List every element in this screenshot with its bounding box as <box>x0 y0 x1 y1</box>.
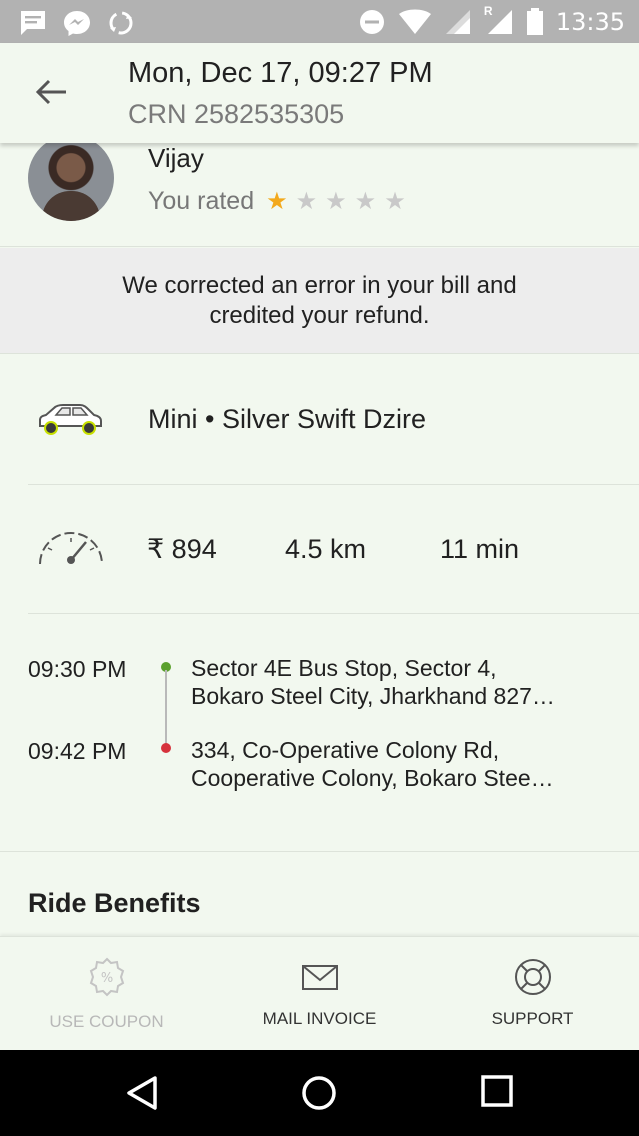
drop-address: 334, Co-Operative Colony Rd, Cooperative… <box>191 736 611 792</box>
wifi-icon <box>398 9 431 34</box>
trip-distance: 4.5 km <box>285 534 367 564</box>
lifebuoy-icon <box>514 959 551 995</box>
crn-number: CRN 2582535305 <box>128 99 345 129</box>
car-description: Mini • Silver Swift Dzire <box>148 404 426 434</box>
driver-rating: You rated ★ ★ ★ ★ ★ <box>148 187 406 216</box>
star-filled-icon: ★ <box>266 188 288 215</box>
roaming-signal-icon <box>487 10 512 34</box>
back-triangle-icon[interactable] <box>124 1074 160 1112</box>
back-arrow-icon[interactable] <box>34 77 68 107</box>
use-coupon-label: USE COUPON <box>49 1012 164 1031</box>
message-icon <box>21 11 45 35</box>
ride-benefits-title: Ride Benefits <box>28 888 201 918</box>
pickup-address-line1: Sector 4E Bus Stop, Sector 4, <box>191 655 497 681</box>
driver-section: Vijay You rated ★ ★ ★ ★ ★ <box>0 135 639 247</box>
route-section: 09:30 PM Sector 4E Bus Stop, Sector 4, B… <box>0 614 639 850</box>
status-bar: R 13:35 <box>0 0 639 43</box>
car-icon <box>39 404 102 435</box>
coupon-icon: % <box>89 957 124 997</box>
messenger-icon <box>64 11 90 36</box>
fare-amount: ₹ 894 <box>147 534 217 564</box>
notice-text: We corrected an error in your bill and c… <box>122 271 517 329</box>
star-empty-icon: ★ <box>295 188 318 215</box>
ride-datetime: Mon, Dec 17, 09:27 PM <box>128 57 433 89</box>
mail-icon <box>301 965 338 990</box>
support-label: SUPPORT <box>491 1009 574 1028</box>
mail-invoice-button[interactable]: MAIL INVOICE <box>213 937 426 1051</box>
drop-dot <box>161 743 171 753</box>
star-empty-icon: ★ <box>325 188 347 215</box>
star-empty-icon: ★ <box>354 188 377 215</box>
signal-icon <box>445 10 470 34</box>
ride-benefits-section: Ride Benefits <box>0 851 639 937</box>
driver-name: Vijay <box>148 143 204 173</box>
car-row: Mini • Silver Swift Dzire <box>0 354 639 484</box>
star-empty-icon: ★ <box>384 188 406 215</box>
sync-icon <box>109 11 133 35</box>
home-circle-icon[interactable] <box>300 1074 338 1112</box>
pickup-address: Sector 4E Bus Stop, Sector 4, Bokaro Ste… <box>191 654 611 710</box>
route-line <box>165 670 167 748</box>
drop-address-line2: Cooperative Colony, Bokaro Stee… <box>191 765 554 791</box>
svg-text:%: % <box>100 971 112 986</box>
bottom-action-bar: % USE COUPON MAIL INVOICE SUPPORT <box>0 936 639 1050</box>
drop-time: 09:42 PM <box>28 738 127 764</box>
support-button[interactable]: SUPPORT <box>426 937 639 1051</box>
use-coupon-button[interactable]: % USE COUPON <box>0 937 213 1051</box>
speedometer-icon <box>39 532 103 565</box>
fare-stats-row: ₹ 894 4.5 km 11 min <box>0 484 639 614</box>
pickup-address-line2: Bokaro Steel City, Jharkhand 827… <box>191 683 555 709</box>
trip-duration: 11 min <box>440 534 520 564</box>
drop-address-line1: 334, Co-Operative Colony Rd, <box>191 737 500 763</box>
driver-avatar <box>28 135 114 221</box>
pickup-time: 09:30 PM <box>28 656 127 682</box>
app-header: Mon, Dec 17, 09:27 PM CRN 2582535305 <box>0 43 639 143</box>
clock: 13:35 <box>555 8 625 36</box>
system-nav-bar <box>0 1050 639 1136</box>
rated-label: You rated <box>148 187 255 215</box>
battery-icon <box>526 8 543 35</box>
recents-square-icon[interactable] <box>480 1074 514 1108</box>
mail-invoice-label: MAIL INVOICE <box>262 1009 377 1028</box>
rating-stars: ★ ★ ★ ★ ★ <box>266 187 406 216</box>
bill-correction-notice: We corrected an error in your bill and c… <box>0 248 639 354</box>
do-not-disturb-icon <box>359 10 384 34</box>
